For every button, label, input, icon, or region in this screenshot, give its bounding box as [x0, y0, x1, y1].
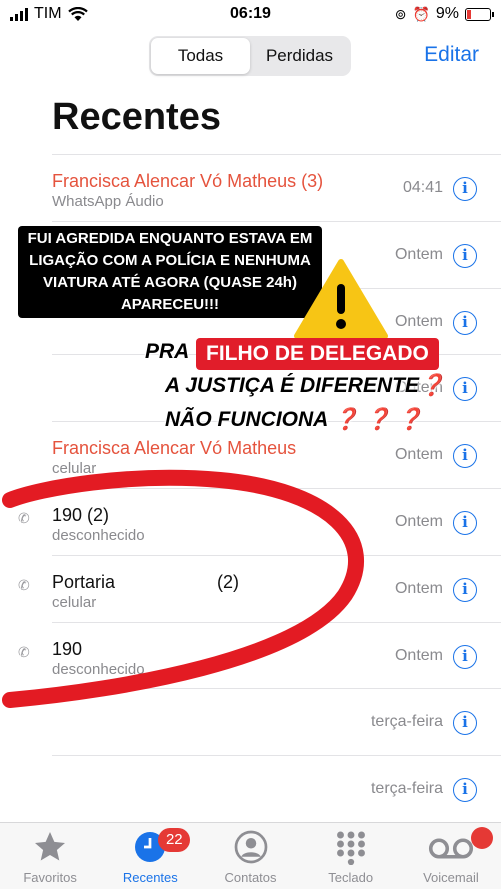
call-row[interactable]: Francisca Alencar Vó Matheus (3) WhatsAp… — [52, 154, 501, 221]
question-icons: ❓ ❓ ❓ — [333, 408, 424, 431]
keypad-icon — [336, 831, 365, 865]
call-name: 190 — [52, 638, 83, 659]
tab-favorites[interactable]: Favoritos — [0, 823, 100, 889]
tab-contacts[interactable]: Contatos — [200, 823, 300, 889]
segmented-control: Todas Perdidas — [149, 36, 351, 76]
caption-line3: NÃO FUNCIONA ❓ ❓ ❓ — [165, 408, 424, 432]
info-icon[interactable]: i — [453, 711, 477, 736]
call-time: terça-feira — [370, 713, 443, 731]
warning-triangle-icon — [294, 259, 388, 339]
segment-missed[interactable]: Perdidas — [250, 38, 349, 74]
info-icon[interactable]: i — [453, 510, 477, 535]
info-icon[interactable]: i — [453, 444, 477, 469]
tab-bar: Favoritos 22 Recentes Contatos Teclado V… — [0, 822, 501, 889]
call-row[interactable]: terça-feira i — [52, 688, 501, 755]
call-name: Portaria — [52, 571, 116, 592]
call-type: celular — [52, 593, 97, 611]
complaint-caption: FUI AGREDIDA ENQUANTO ESTAVA EM LIGAÇÃO … — [18, 226, 322, 318]
outgoing-call-icon: ✆ — [18, 643, 30, 660]
call-type: desconhecido — [52, 660, 145, 678]
call-time: Ontem — [394, 245, 443, 263]
call-row[interactable]: ✆ Portaria (2) celular Ontem i — [18, 554, 501, 622]
page-title: Recentes — [52, 96, 221, 138]
voicemail-badge — [471, 827, 494, 849]
info-icon[interactable]: i — [453, 177, 477, 201]
tab-label: Teclado — [328, 870, 374, 885]
call-time: 04:41 — [402, 179, 443, 196]
tab-voicemail[interactable]: Voicemail — [401, 823, 501, 889]
tab-keypad[interactable]: Teclado — [301, 823, 401, 889]
tab-label: Voicemail — [423, 870, 479, 885]
caption-line3-text: NÃO FUNCIONA — [165, 408, 328, 431]
call-row[interactable]: ✆ 190 desconhecido Ontem i — [18, 621, 501, 689]
voicemail-icon — [428, 838, 473, 859]
tab-label: Recentes — [122, 870, 178, 885]
status-right: ⊚ ⏰ 9% — [394, 5, 494, 23]
phone-screen: TIM 06:19 ⊚ ⏰ 9% Todas Perdidas Editar R… — [0, 0, 501, 889]
call-row[interactable]: ✆ 190 (2) desconhecido Ontem i — [18, 487, 501, 555]
call-row[interactable]: terça-feira i — [52, 755, 501, 822]
caption-pra: PRA — [145, 340, 190, 363]
call-name: Francisca Alencar Vó Matheus (3) — [52, 171, 324, 191]
info-icon[interactable]: i — [453, 577, 477, 602]
call-time: terça-feira — [370, 780, 443, 798]
info-icon[interactable]: i — [453, 377, 477, 402]
alarm-icon: ⏰ — [412, 5, 430, 22]
caption-line2-text: A JUSTIÇA É DIFERENTE — [165, 374, 419, 397]
battery-icon — [465, 7, 494, 21]
call-name: Francisca Alencar Vó Matheus — [52, 438, 297, 459]
info-icon[interactable]: i — [453, 778, 477, 803]
call-time: Ontem — [394, 579, 443, 597]
outgoing-call-icon: ✆ — [18, 576, 30, 593]
caption-line2: A JUSTIÇA É DIFERENTE❓ — [165, 374, 445, 398]
info-icon[interactable]: i — [453, 243, 477, 268]
call-type: WhatsApp Áudio — [52, 193, 164, 210]
call-time: Ontem — [394, 646, 443, 664]
call-count: (2) — [217, 571, 239, 592]
call-time: Ontem — [394, 512, 443, 530]
call-time: Ontem — [394, 312, 443, 330]
missed-count-badge: 22 — [158, 828, 191, 852]
segment-all[interactable]: Todas — [151, 38, 250, 74]
call-type: desconhecido — [52, 526, 145, 544]
battery-percent: 9% — [435, 5, 459, 22]
call-name: 190 (2) — [52, 504, 110, 525]
person-icon — [234, 830, 267, 864]
tab-label: Favoritos — [23, 870, 77, 885]
rotation-lock-icon: ⊚ — [394, 5, 407, 22]
star-icon — [35, 832, 66, 861]
info-icon[interactable]: i — [453, 310, 477, 335]
tab-label: Contatos — [224, 870, 277, 885]
status-bar: TIM 06:19 ⊚ ⏰ 9% — [0, 0, 501, 30]
call-time: Ontem — [394, 446, 443, 464]
edit-button[interactable]: Editar — [424, 43, 479, 67]
question-icon: ❓ — [418, 374, 446, 397]
info-icon[interactable]: i — [453, 644, 477, 669]
call-type: celular — [52, 460, 97, 478]
tab-recents[interactable]: 22 Recentes — [100, 823, 200, 889]
outgoing-call-icon: ✆ — [18, 509, 30, 526]
caption-highlight: FILHO DE DELEGADO — [196, 338, 439, 370]
